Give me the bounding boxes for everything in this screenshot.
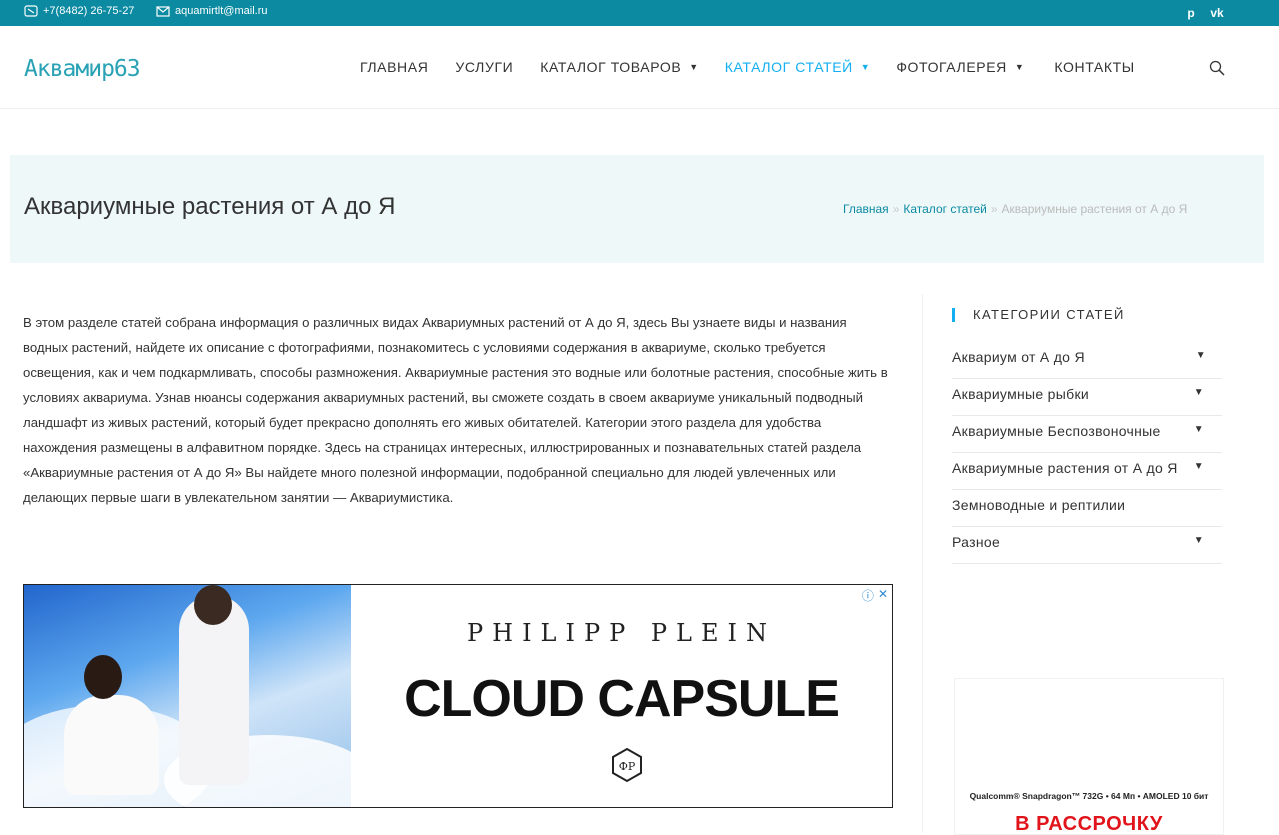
- pinterest-icon[interactable]: p: [1182, 4, 1200, 22]
- sidebar-divider: [922, 294, 923, 833]
- category-item[interactable]: Аквариумные Беспозвоночные ▼: [952, 416, 1222, 453]
- chevron-down-icon: ▼: [860, 62, 871, 72]
- phone-icon: [24, 5, 38, 17]
- category-label[interactable]: Аквариумные Беспозвоночные: [952, 423, 1161, 439]
- category-label[interactable]: Аквариумные рыбки: [952, 386, 1089, 402]
- site-logo[interactable]: Аквамир63: [24, 56, 141, 82]
- category-item[interactable]: Аквариумные рыбки ▼: [952, 379, 1222, 416]
- breadcrumb-articles[interactable]: Каталог статей: [903, 202, 986, 216]
- brand-logo-icon: ФР: [612, 747, 642, 783]
- category-label[interactable]: Разное: [952, 534, 1000, 550]
- category-item[interactable]: Земноводные и рептилии: [952, 490, 1222, 527]
- close-icon[interactable]: ✕: [878, 587, 888, 604]
- nav-item-label: Главная: [360, 59, 429, 75]
- category-label[interactable]: Земноводные и рептилии: [952, 497, 1125, 513]
- envelope-icon: [156, 5, 170, 17]
- ad-controls: ⓘ ✕: [862, 587, 888, 604]
- chevron-down-icon[interactable]: ▼: [1194, 424, 1204, 435]
- chevron-down-icon[interactable]: ▼: [1194, 461, 1204, 472]
- main-nav: Главная Услуги Каталог товаров ▼ Каталог…: [360, 59, 1135, 75]
- sidebar-advertisement[interactable]: Qualcomm® Snapdragon™ 732G • 64 Мп • AMO…: [954, 678, 1224, 835]
- chevron-down-icon[interactable]: ▼: [1196, 350, 1206, 361]
- category-label[interactable]: Аквариум от А до Я: [952, 349, 1085, 365]
- site-header: Аквамир63 Главная Услуги Каталог товаров…: [0, 26, 1279, 109]
- nav-item-contacts[interactable]: Контакты: [1054, 59, 1134, 75]
- category-description: В этом разделе статей собрана информация…: [23, 315, 888, 505]
- svg-text:ФР: ФР: [619, 760, 636, 773]
- email-contact[interactable]: aquamirtlt@mail.ru: [156, 5, 267, 17]
- nav-item-label: Фотогалерея: [896, 59, 1007, 75]
- phone-contact[interactable]: +7(8482) 26-75-27: [24, 5, 134, 17]
- search-icon[interactable]: [1209, 60, 1225, 76]
- chevron-down-icon: ▼: [689, 62, 699, 72]
- top-bar: +7(8482) 26-75-27 aquamirtlt@mail.ru p v…: [0, 0, 1279, 26]
- breadcrumb-current: Аквариумные растения от А до Я: [1001, 202, 1188, 216]
- nav-item-products-catalog[interactable]: Каталог товаров ▼: [540, 59, 698, 75]
- breadcrumb-separator: »: [892, 202, 900, 216]
- widget-title: Категории статей: [952, 308, 1125, 322]
- page-title: Аквариумные растения от А до Я: [24, 193, 396, 220]
- phone-number[interactable]: +7(8482) 26-75-27: [43, 5, 134, 17]
- nav-item-label: Контакты: [1054, 59, 1135, 75]
- info-icon[interactable]: ⓘ: [862, 587, 874, 604]
- category-label[interactable]: Аквариумные растения от А до Я: [952, 460, 1178, 476]
- ad-promo-text: В РАССРОЧКУ: [1015, 813, 1163, 835]
- chevron-down-icon: ▼: [1014, 62, 1025, 72]
- nav-item-photo-gallery[interactable]: Фотогалерея ▼: [896, 59, 1024, 75]
- chevron-down-icon[interactable]: ▼: [1194, 387, 1204, 398]
- email-address[interactable]: aquamirtlt@mail.ru: [175, 5, 267, 17]
- vk-icon[interactable]: vk: [1208, 4, 1226, 22]
- chevron-down-icon[interactable]: ▼: [1194, 535, 1204, 546]
- category-item[interactable]: Аквариум от А до Я ▼: [952, 342, 1222, 379]
- ad-image: [24, 585, 351, 807]
- category-item[interactable]: Разное ▼: [952, 527, 1222, 564]
- nav-item-label: Услуги: [455, 59, 514, 75]
- ad-spec-text: Qualcomm® Snapdragon™ 732G • 64 Мп • AMO…: [969, 791, 1209, 801]
- breadcrumb-separator: »: [990, 202, 998, 216]
- nav-item-home[interactable]: Главная: [360, 59, 428, 75]
- ad-headline: CLOUD CAPSULE: [404, 670, 840, 728]
- nav-item-articles-catalog[interactable]: Каталог статей ▼: [725, 59, 871, 75]
- nav-item-services[interactable]: Услуги: [455, 59, 513, 75]
- breadcrumb: Главная » Каталог статей » Аквариумные р…: [843, 202, 1187, 216]
- breadcrumb-home[interactable]: Главная: [843, 202, 889, 216]
- advertisement-banner[interactable]: PHILIPP PLEIN CLOUD CAPSULE ФР ⓘ ✕: [23, 584, 893, 808]
- category-item[interactable]: Аквариумные растения от А до Я ▼: [952, 453, 1222, 490]
- ad-brand: PHILIPP PLEIN: [467, 619, 776, 647]
- nav-item-label: Каталог товаров: [540, 59, 682, 75]
- nav-item-label: Каталог статей: [724, 59, 853, 75]
